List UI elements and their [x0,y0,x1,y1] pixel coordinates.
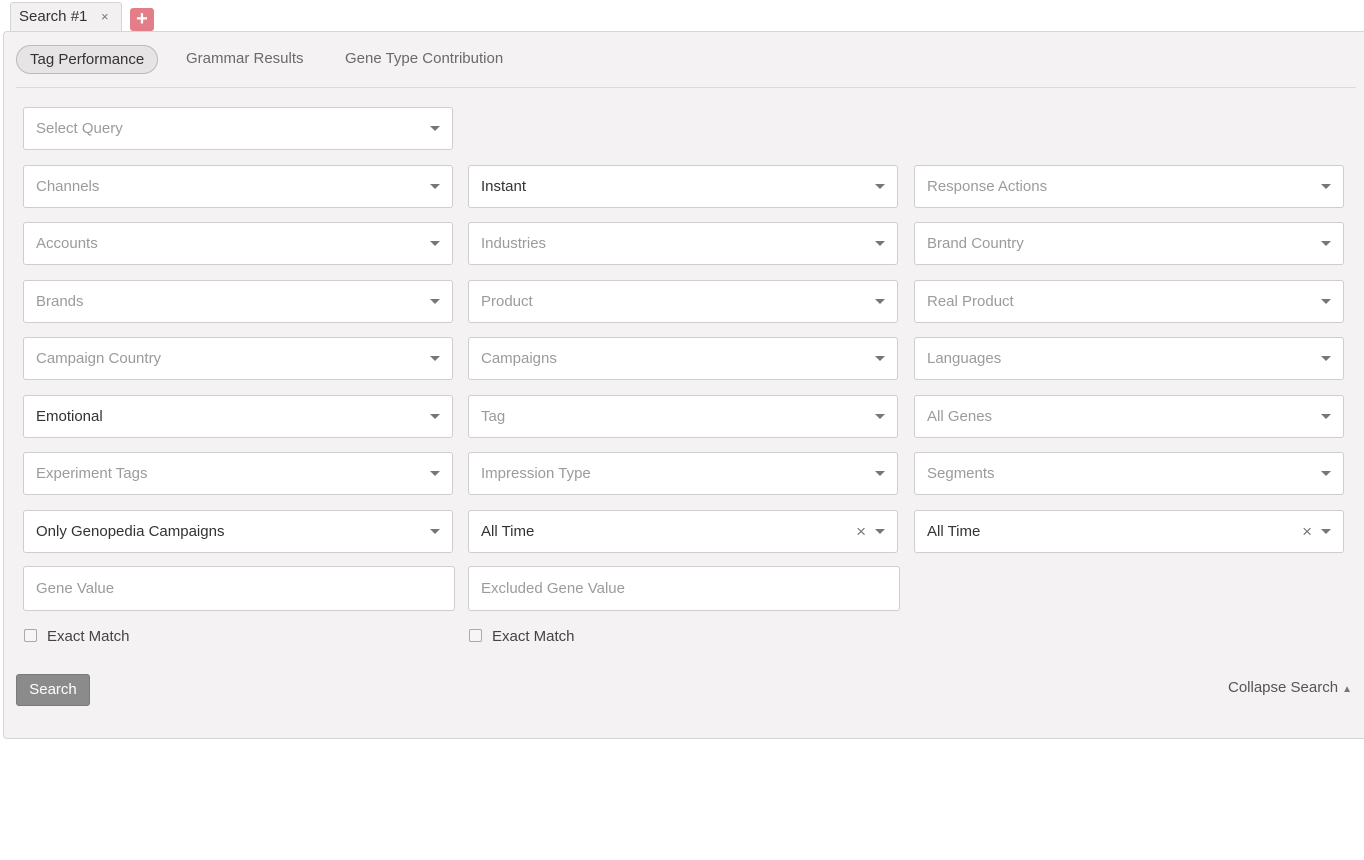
dropdown-label: All Time [481,523,535,540]
dropdown-label: Languages [927,350,1002,367]
clear-icon[interactable]: × [1302,511,1312,552]
dropdown-label: Real Product [927,293,1014,310]
dropdown-label: Response Actions [927,178,1048,195]
chevron-down-icon [430,184,440,189]
dropdown-label: Product [481,293,533,310]
close-icon[interactable]: × [101,3,109,31]
time-range-dropdown-2[interactable]: All Time × [914,510,1344,553]
time-range-dropdown-1[interactable]: All Time × [468,510,898,553]
chevron-down-icon [1321,529,1331,534]
add-tab-button[interactable]: + [130,8,154,31]
real-product-dropdown[interactable]: Real Product [914,280,1344,323]
dropdown-label: Brands [36,293,84,310]
chevron-down-icon [875,471,885,476]
segments-dropdown[interactable]: Segments [914,452,1344,495]
search-panel: Tag Performance Grammar Results Gene Typ… [3,31,1364,739]
gene-value-input[interactable]: Gene Value [23,566,455,611]
chevron-down-icon [875,241,885,246]
chevron-down-icon [430,471,440,476]
tag-dropdown[interactable]: Tag [468,395,898,438]
chevron-down-icon [430,414,440,419]
excluded-gene-value-input[interactable]: Excluded Gene Value [468,566,900,611]
chevron-down-icon [875,299,885,304]
dropdown-label: Tag [481,408,506,425]
chevron-down-icon [1321,356,1331,361]
dropdown-label: Brand Country [927,235,1024,252]
chevron-down-icon [430,241,440,246]
dropdown-label: Campaign Country [36,350,162,367]
dropdown-label: Channels [36,178,100,195]
gene-value-placeholder: Gene Value [36,580,115,597]
accounts-dropdown[interactable]: Accounts [23,222,453,265]
genopedia-campaigns-dropdown[interactable]: Only Genopedia Campaigns [23,510,453,553]
chevron-down-icon [1321,471,1331,476]
excluded-gene-value-placeholder: Excluded Gene Value [481,580,625,597]
checkbox-label: Exact Match [492,628,575,645]
dropdown-label: Emotional [36,408,103,425]
checkbox-label: Exact Match [47,628,130,645]
select-query-placeholder: Select Query [36,120,123,137]
brand-country-dropdown[interactable]: Brand Country [914,222,1344,265]
response-actions-dropdown[interactable]: Response Actions [914,165,1344,208]
tab-tag-performance[interactable]: Tag Performance [16,45,159,74]
instant-dropdown[interactable]: Instant [468,165,898,208]
campaigns-dropdown[interactable]: Campaigns [468,337,898,380]
languages-dropdown[interactable]: Languages [914,337,1344,380]
exact-match-checkbox-2[interactable]: Exact Match [469,628,575,646]
checkbox-box[interactable] [469,629,482,642]
divider [16,87,1356,88]
chevron-down-icon [1321,184,1331,189]
campaign-country-dropdown[interactable]: Campaign Country [23,337,453,380]
channels-dropdown[interactable]: Channels [23,165,453,208]
tab-gene-type-contribution[interactable]: Gene Type Contribution [345,45,503,74]
select-query-dropdown[interactable]: Select Query [23,107,453,150]
dropdown-label: Industries [481,235,547,252]
dropdown-label: Impression Type [481,465,591,482]
search-button[interactable]: Search [16,674,90,706]
tab-label: Search #1 [19,8,88,25]
chevron-down-icon [1321,299,1331,304]
product-dropdown[interactable]: Product [468,280,898,323]
chevron-down-icon [430,529,440,534]
dropdown-label: All Time [927,523,981,540]
chevron-down-icon [430,126,440,131]
experiment-tags-dropdown[interactable]: Experiment Tags [23,452,453,495]
chevron-down-icon [875,529,885,534]
industries-dropdown[interactable]: Industries [468,222,898,265]
chevron-down-icon [875,356,885,361]
chevron-down-icon [1321,241,1331,246]
chevron-down-icon [875,184,885,189]
emotional-dropdown[interactable]: Emotional [23,395,453,438]
tab-search-1[interactable]: Search #1 × [10,2,122,31]
exact-match-checkbox-1[interactable]: Exact Match [24,628,130,646]
dropdown-label: Accounts [36,235,98,252]
dropdown-label: Experiment Tags [36,465,148,482]
dropdown-label: Only Genopedia Campaigns [36,523,225,540]
chevron-up-icon: ▲ [1342,684,1352,695]
all-genes-dropdown[interactable]: All Genes [914,395,1344,438]
chevron-down-icon [875,414,885,419]
tab-grammar-results[interactable]: Grammar Results [186,45,304,74]
brands-dropdown[interactable]: Brands [23,280,453,323]
collapse-search-label: Collapse Search [1228,679,1339,696]
checkbox-box[interactable] [24,629,37,642]
dropdown-label: Instant [481,178,527,195]
dropdown-label: All Genes [927,408,993,425]
dropdown-label: Segments [927,465,995,482]
chevron-down-icon [1321,414,1331,419]
chevron-down-icon [430,356,440,361]
impression-type-dropdown[interactable]: Impression Type [468,452,898,495]
collapse-search-link[interactable]: Collapse Search ▲ [1228,678,1352,700]
chevron-down-icon [430,299,440,304]
dropdown-label: Campaigns [481,350,557,367]
clear-icon[interactable]: × [856,511,866,552]
